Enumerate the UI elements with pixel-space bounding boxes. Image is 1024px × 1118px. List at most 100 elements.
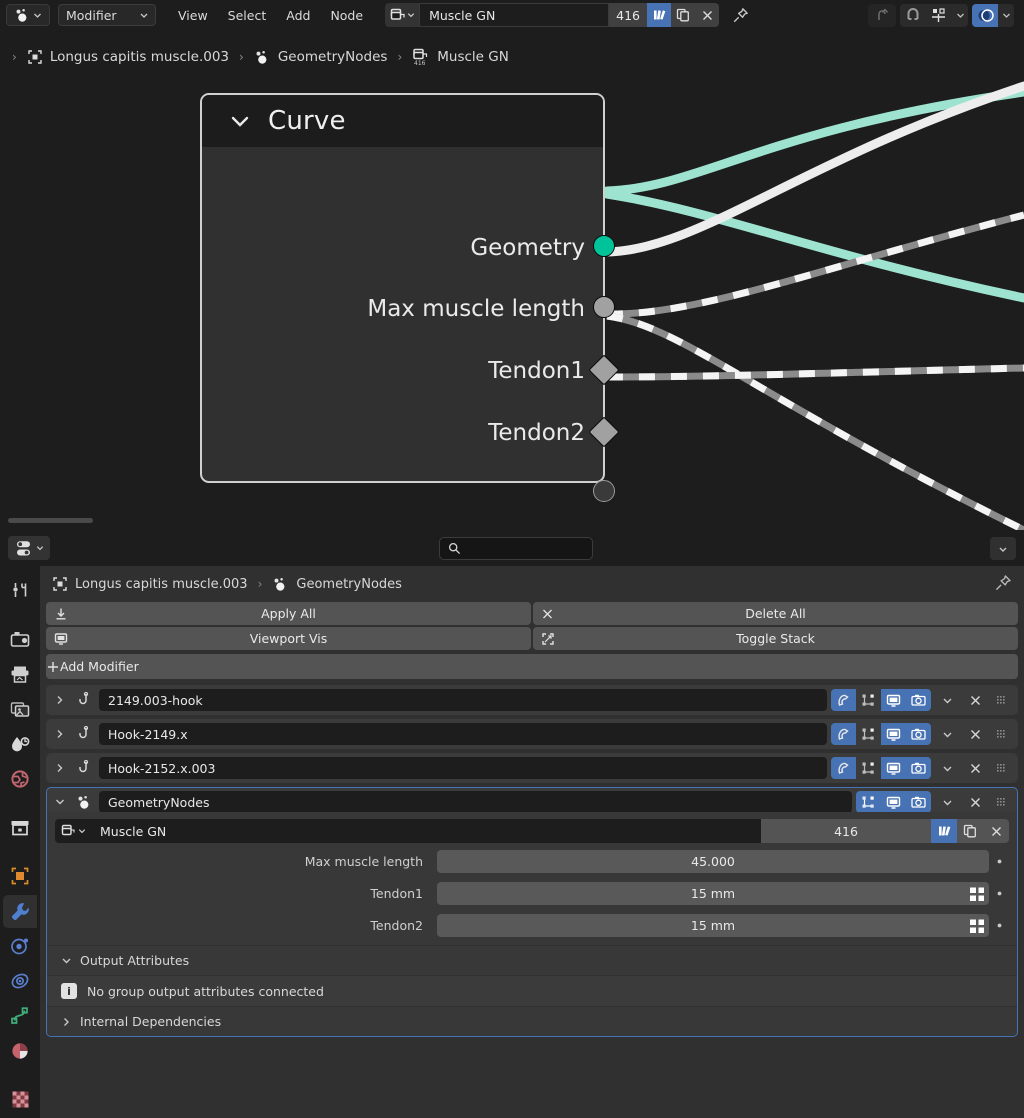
monitor-icon[interactable] [881, 791, 906, 813]
node-header[interactable]: Curve [202, 95, 603, 147]
modifier-extras-button[interactable] [935, 695, 959, 706]
unlink-node-group-button[interactable] [695, 3, 720, 27]
on-cage-icon[interactable] [831, 689, 856, 711]
menu-view[interactable]: View [168, 5, 218, 26]
sidebar-item-output[interactable] [3, 658, 37, 691]
editor-type-button[interactable] [8, 536, 50, 560]
sidebar-item-tool[interactable] [3, 574, 37, 607]
node-group-users-count[interactable]: 416 [761, 819, 931, 843]
edit-mode-icon[interactable] [856, 723, 881, 745]
sidebar-item-material[interactable] [3, 1035, 37, 1068]
modifier-extras-button[interactable] [935, 797, 959, 808]
monitor-icon[interactable] [881, 689, 906, 711]
mode-dropdown[interactable]: Modifier [58, 4, 156, 26]
internal-dependencies-panel-header[interactable]: Internal Dependencies [47, 1006, 1017, 1036]
duplicate-icon[interactable] [671, 3, 696, 27]
fake-user-icon[interactable] [647, 3, 672, 27]
toggle-stack-button[interactable]: Toggle Stack [533, 627, 1018, 650]
apply-all-button[interactable]: Apply All [46, 602, 531, 625]
drag-handle-icon[interactable] [991, 728, 1013, 740]
camera-icon[interactable] [906, 689, 931, 711]
camera-icon[interactable] [906, 757, 931, 779]
chevron-down-icon[interactable] [998, 11, 1014, 20]
node-group-browse-button[interactable] [385, 3, 420, 27]
socket-geometry[interactable] [593, 235, 615, 257]
modifier-row[interactable]: 2149.003-hook [46, 685, 1018, 715]
camera-icon[interactable] [906, 723, 931, 745]
input-value-field[interactable]: 15 mm [437, 914, 989, 937]
sidebar-item-modifiers[interactable] [3, 894, 37, 928]
modifier-name-field[interactable]: Hook-2152.x.003 [99, 757, 827, 779]
on-cage-icon[interactable] [831, 757, 856, 779]
input-value-field[interactable]: 15 mm [437, 882, 989, 905]
menu-node[interactable]: Node [320, 5, 373, 26]
camera-icon[interactable] [906, 791, 931, 813]
output-attributes-panel-header[interactable]: Output Attributes [47, 945, 1017, 975]
monitor-icon[interactable] [881, 723, 906, 745]
animate-property-dot[interactable] [989, 890, 1009, 897]
node-group-users-count[interactable]: 416 [609, 3, 648, 27]
modifier-extras-button[interactable] [935, 729, 959, 740]
input-value-field[interactable]: 45.000 [437, 850, 989, 873]
socket-max-muscle-length[interactable] [593, 296, 615, 318]
modifier-row[interactable]: Hook-2152.x.003 [46, 753, 1018, 783]
duplicate-icon[interactable] [957, 819, 983, 843]
monitor-icon[interactable] [881, 757, 906, 779]
modifier-delete-button[interactable] [963, 694, 987, 707]
modifier-row[interactable]: Hook-2149.x [46, 719, 1018, 749]
sidebar-item-physics[interactable] [3, 965, 37, 998]
search-box[interactable] [439, 537, 593, 560]
node-editor-scrollbar[interactable] [8, 518, 93, 523]
edit-mode-icon[interactable] [856, 757, 881, 779]
menu-select[interactable]: Select [218, 5, 277, 26]
search-input[interactable] [467, 541, 577, 556]
modifier-delete-button[interactable] [963, 728, 987, 741]
edit-mode-icon[interactable] [856, 791, 881, 813]
modifier-name-field[interactable]: 2149.003-hook [99, 689, 827, 711]
node-group-name-field[interactable]: Muscle GN [91, 819, 761, 843]
sidebar-item-view-layer[interactable] [3, 693, 37, 726]
fake-user-icon[interactable] [931, 819, 957, 843]
drag-handle-icon[interactable] [991, 796, 1013, 808]
modifier-name-field[interactable]: GeometryNodes [99, 791, 852, 813]
delete-all-button[interactable]: Delete All [533, 602, 1018, 625]
node-curve[interactable]: Curve Geometry Max muscle length Tendon1… [200, 93, 620, 502]
breadcrumb-item-object[interactable]: Longus capitis muscle.003 [27, 49, 229, 65]
sidebar-item-collection[interactable] [3, 811, 37, 844]
drag-handle-icon[interactable] [991, 694, 1013, 706]
drag-handle-icon[interactable] [991, 762, 1013, 774]
on-cage-icon[interactable] [831, 723, 856, 745]
breadcrumb-item-modifier[interactable]: GeometryNodes [272, 577, 402, 592]
sidebar-item-object[interactable] [3, 860, 37, 893]
node-group-name-field[interactable]: Muscle GN [419, 3, 610, 27]
chevron-right-icon[interactable] [51, 694, 69, 706]
editor-type-button[interactable] [6, 4, 50, 26]
overlays-icon[interactable] [972, 3, 998, 27]
sidebar-item-render[interactable] [3, 623, 37, 656]
sidebar-item-scene[interactable] [3, 728, 37, 761]
chevron-down-icon[interactable] [952, 11, 968, 20]
modifier-name-field[interactable]: Hook-2149.x [99, 723, 827, 745]
pin-icon[interactable] [727, 3, 753, 27]
unlink-node-group-button[interactable] [983, 819, 1009, 843]
parent-snap-icon[interactable] [868, 3, 896, 27]
breadcrumb-item-nodegroup[interactable]: 416 Muscle GN [412, 48, 509, 66]
properties-options-button[interactable] [990, 537, 1016, 560]
attribute-toggle-icon[interactable] [968, 885, 986, 903]
chevron-down-icon[interactable] [228, 113, 252, 129]
add-modifier-button[interactable]: Add Modifier [46, 654, 1018, 679]
sidebar-item-constraints[interactable] [3, 1000, 37, 1033]
socket-add-new[interactable] [593, 480, 615, 502]
sidebar-item-world[interactable] [3, 763, 37, 796]
modifier-extras-button[interactable] [935, 763, 959, 774]
chevron-down-icon[interactable] [51, 796, 69, 808]
modifier-delete-button[interactable] [963, 796, 987, 809]
pin-icon[interactable] [994, 574, 1012, 592]
node-group-browse-button[interactable] [55, 819, 91, 843]
menu-add[interactable]: Add [276, 5, 320, 26]
animate-property-dot[interactable] [989, 922, 1009, 929]
animate-property-dot[interactable] [989, 858, 1009, 865]
breadcrumb-item-object[interactable]: Longus capitis muscle.003 [52, 576, 248, 592]
chevron-right-icon[interactable] [51, 728, 69, 740]
sidebar-item-texture[interactable] [3, 1083, 37, 1116]
